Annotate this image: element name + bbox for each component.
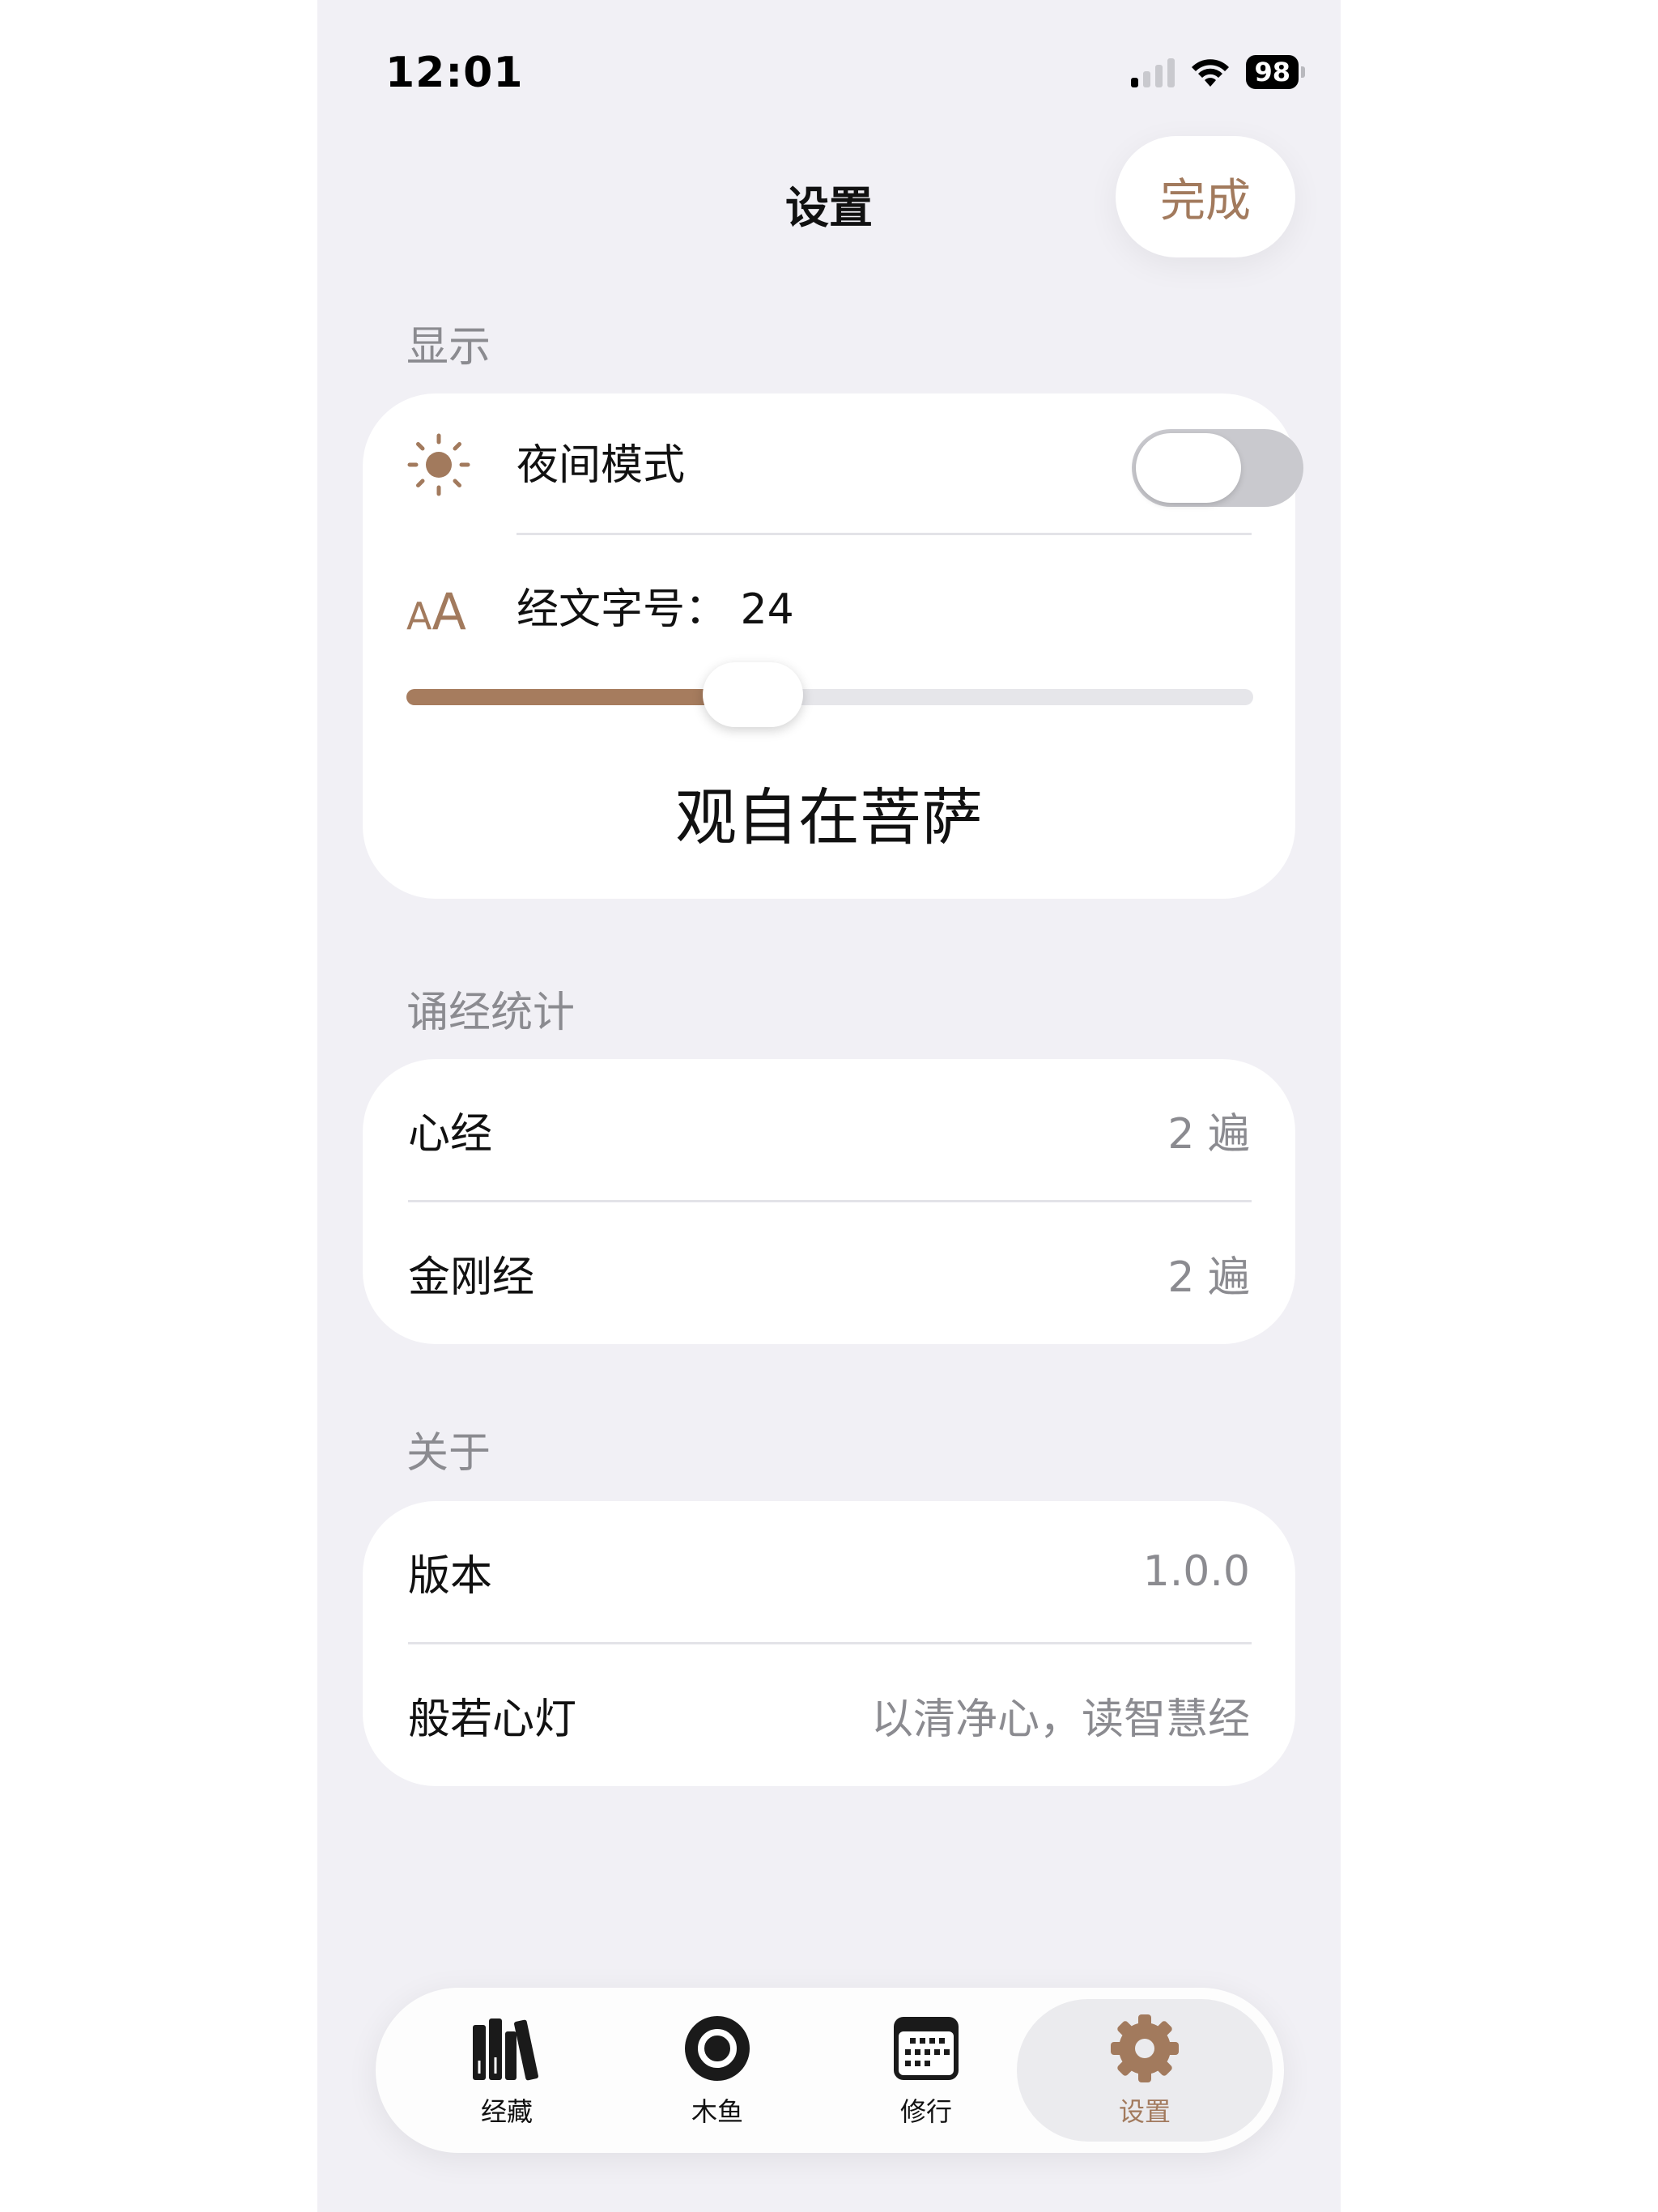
battery-level: 98 <box>1246 55 1299 89</box>
about-label: 版本 <box>408 1551 493 1601</box>
stat-value: 2 遍 <box>1167 1109 1250 1159</box>
tab-label: 修行 <box>899 2096 952 2127</box>
section-header-display: 显示 <box>406 323 491 372</box>
tab-xiuxing[interactable]: 修行 <box>837 2012 1015 2133</box>
stat-value: 2 遍 <box>1167 1253 1250 1302</box>
status-indicators: 98 <box>1131 55 1305 89</box>
slider-fill <box>406 689 746 705</box>
divider <box>517 533 1252 535</box>
about-card: 版本 1.0.0 般若心灯 以清净心，读智慧经 <box>363 1501 1295 1786</box>
font-size-slider[interactable] <box>406 689 1253 705</box>
stat-label: 心经 <box>408 1109 493 1159</box>
settings-screen: 12:01 98 设置 完成 显示 夜间模式 AA 经文字号： 24 观自在菩萨… <box>317 0 1341 2212</box>
tab-label: 木鱼 <box>691 2096 743 2127</box>
books-icon <box>473 2018 538 2081</box>
tab-jingcang[interactable]: 经藏 <box>418 2012 596 2133</box>
stat-row-xinjing[interactable]: 心经 2 遍 <box>363 1059 1295 1200</box>
section-header-stats: 诵经统计 <box>406 989 576 1037</box>
sun-icon <box>407 433 470 496</box>
font-preview-text: 观自在菩萨 <box>675 781 983 853</box>
tab-label: 设置 <box>1118 2096 1171 2127</box>
about-row-version: 版本 1.0.0 <box>363 1501 1295 1642</box>
display-card: 夜间模式 AA 经文字号： 24 观自在菩萨 <box>363 393 1303 899</box>
stat-label: 金刚经 <box>408 1253 535 1302</box>
wifi-icon <box>1192 59 1230 87</box>
battery-icon: 98 <box>1246 55 1305 89</box>
section-header-about: 关于 <box>406 1429 491 1478</box>
font-size-icon: AA <box>406 582 466 641</box>
about-value: 1.0.0 <box>1142 1547 1250 1596</box>
status-time: 12:01 <box>385 49 524 97</box>
tab-bar: 经藏 木鱼 修行 设置 <box>376 1988 1284 2153</box>
calendar-icon <box>894 2017 959 2080</box>
font-size-label: 经文字号： 24 <box>517 585 794 634</box>
slider-thumb[interactable] <box>703 662 804 727</box>
night-mode-label: 夜间模式 <box>517 441 686 490</box>
tab-settings[interactable]: 设置 <box>1056 2012 1234 2133</box>
night-mode-toggle[interactable] <box>1132 429 1303 507</box>
stats-card: 心经 2 遍 金刚经 2 遍 <box>363 1059 1295 1344</box>
cellular-signal-icon <box>1131 57 1175 87</box>
about-value: 以清净心，读智慧经 <box>870 1695 1250 1744</box>
tab-label: 经藏 <box>480 2096 533 2127</box>
stat-row-jingangjing[interactable]: 金刚经 2 遍 <box>363 1202 1295 1343</box>
muyu-icon <box>685 2016 750 2081</box>
about-row-motto: 般若心灯 以清净心，读智慧经 <box>363 1644 1295 1785</box>
tab-muyu[interactable]: 木鱼 <box>628 2012 806 2133</box>
about-label: 般若心灯 <box>408 1695 577 1744</box>
done-button[interactable]: 完成 <box>1116 136 1295 257</box>
toggle-knob <box>1136 433 1241 503</box>
gear-icon <box>1111 2014 1179 2082</box>
